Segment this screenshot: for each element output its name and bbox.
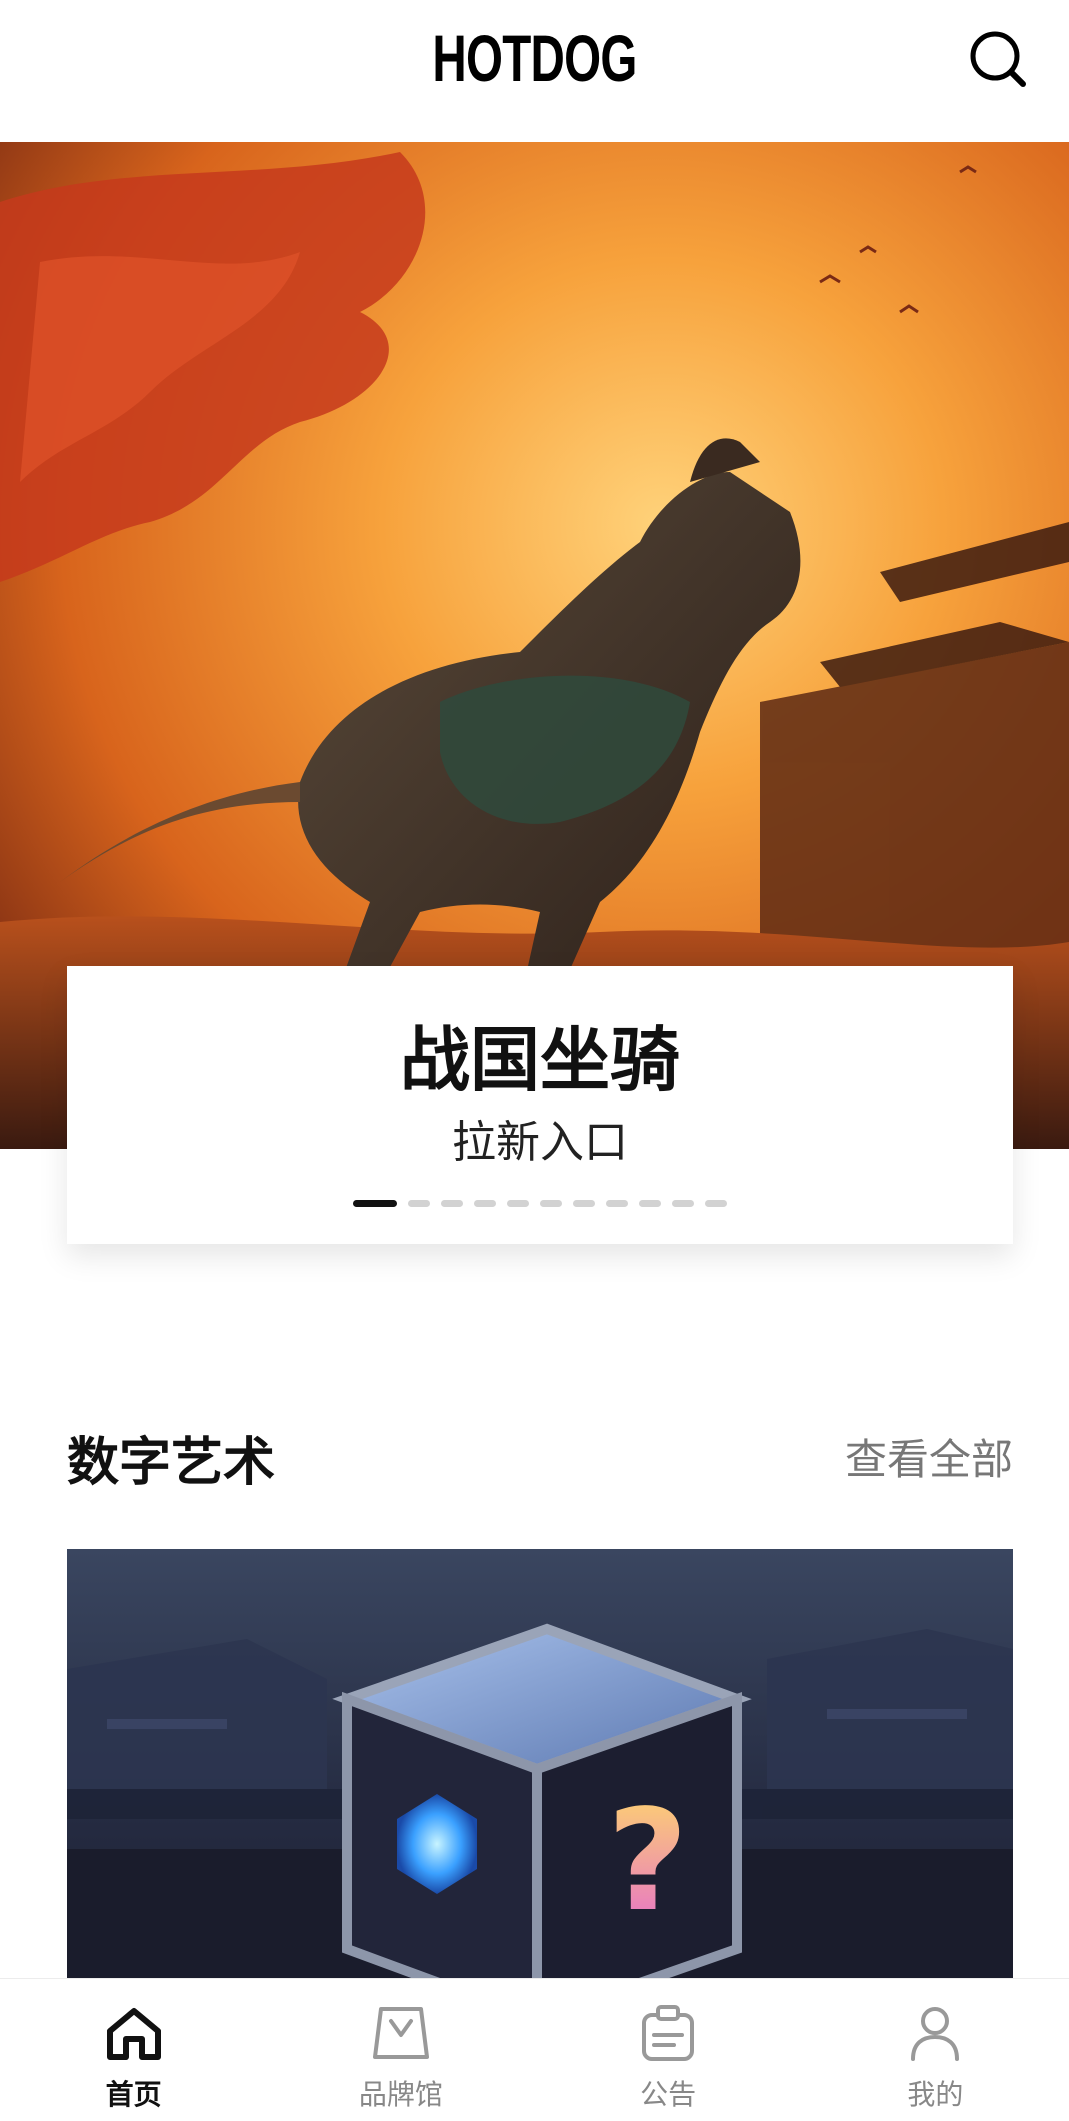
carousel-dot[interactable] [606,1200,628,1207]
carousel-dot[interactable] [408,1200,430,1207]
section-header: 数字艺术 查看全部 [67,1420,1013,1500]
banner-title: 战国坐骑 [400,1019,680,1101]
tab-announcement[interactable]: 公告 [535,1979,802,2121]
home-icon [106,2008,161,2060]
tab-home[interactable]: 首页 [0,1979,267,2121]
tab-profile-label: 我的 [907,2078,964,2111]
section-title: 数字艺术 [67,1433,276,1493]
top-header: HOTDOG [0,0,1069,142]
search-button[interactable] [967,28,1029,90]
banner-subtitle: 拉新入口 [452,1117,628,1168]
tab-brand-hall[interactable]: 品牌馆 [267,1979,534,2121]
carousel-dot[interactable] [507,1200,529,1207]
bottom-tab-bar: 首页 品牌馆 公告 我的 [0,1978,1069,2121]
tab-brand-hall-label: 品牌馆 [358,2078,443,2111]
tab-profile[interactable]: 我的 [802,1979,1069,2121]
carousel-dot[interactable] [353,1200,397,1207]
clipboard-icon [642,2005,695,2061]
app-logo[interactable]: HOTDOG [150,20,920,96]
tab-announcement-label: 公告 [640,2078,697,2111]
carousel-dot[interactable] [573,1200,595,1207]
svg-text:?: ? [607,1780,688,1943]
view-all-link[interactable]: 查看全部 [845,1426,1013,1487]
carousel-dot[interactable] [639,1200,661,1207]
user-icon [911,2007,960,2061]
banner-caption-card[interactable]: 战国坐骑 拉新入口 [67,966,1013,1244]
carousel-dot[interactable] [441,1200,463,1207]
carousel-dot[interactable] [705,1200,727,1207]
carousel-dot[interactable] [540,1200,562,1207]
shopping-bag-icon [372,2007,429,2059]
tab-home-label: 首页 [105,2078,162,2111]
carousel-indicator[interactable] [67,1200,1013,1207]
carousel-dot[interactable] [672,1200,694,1207]
carousel-dot[interactable] [474,1200,496,1207]
search-icon [970,31,1026,87]
